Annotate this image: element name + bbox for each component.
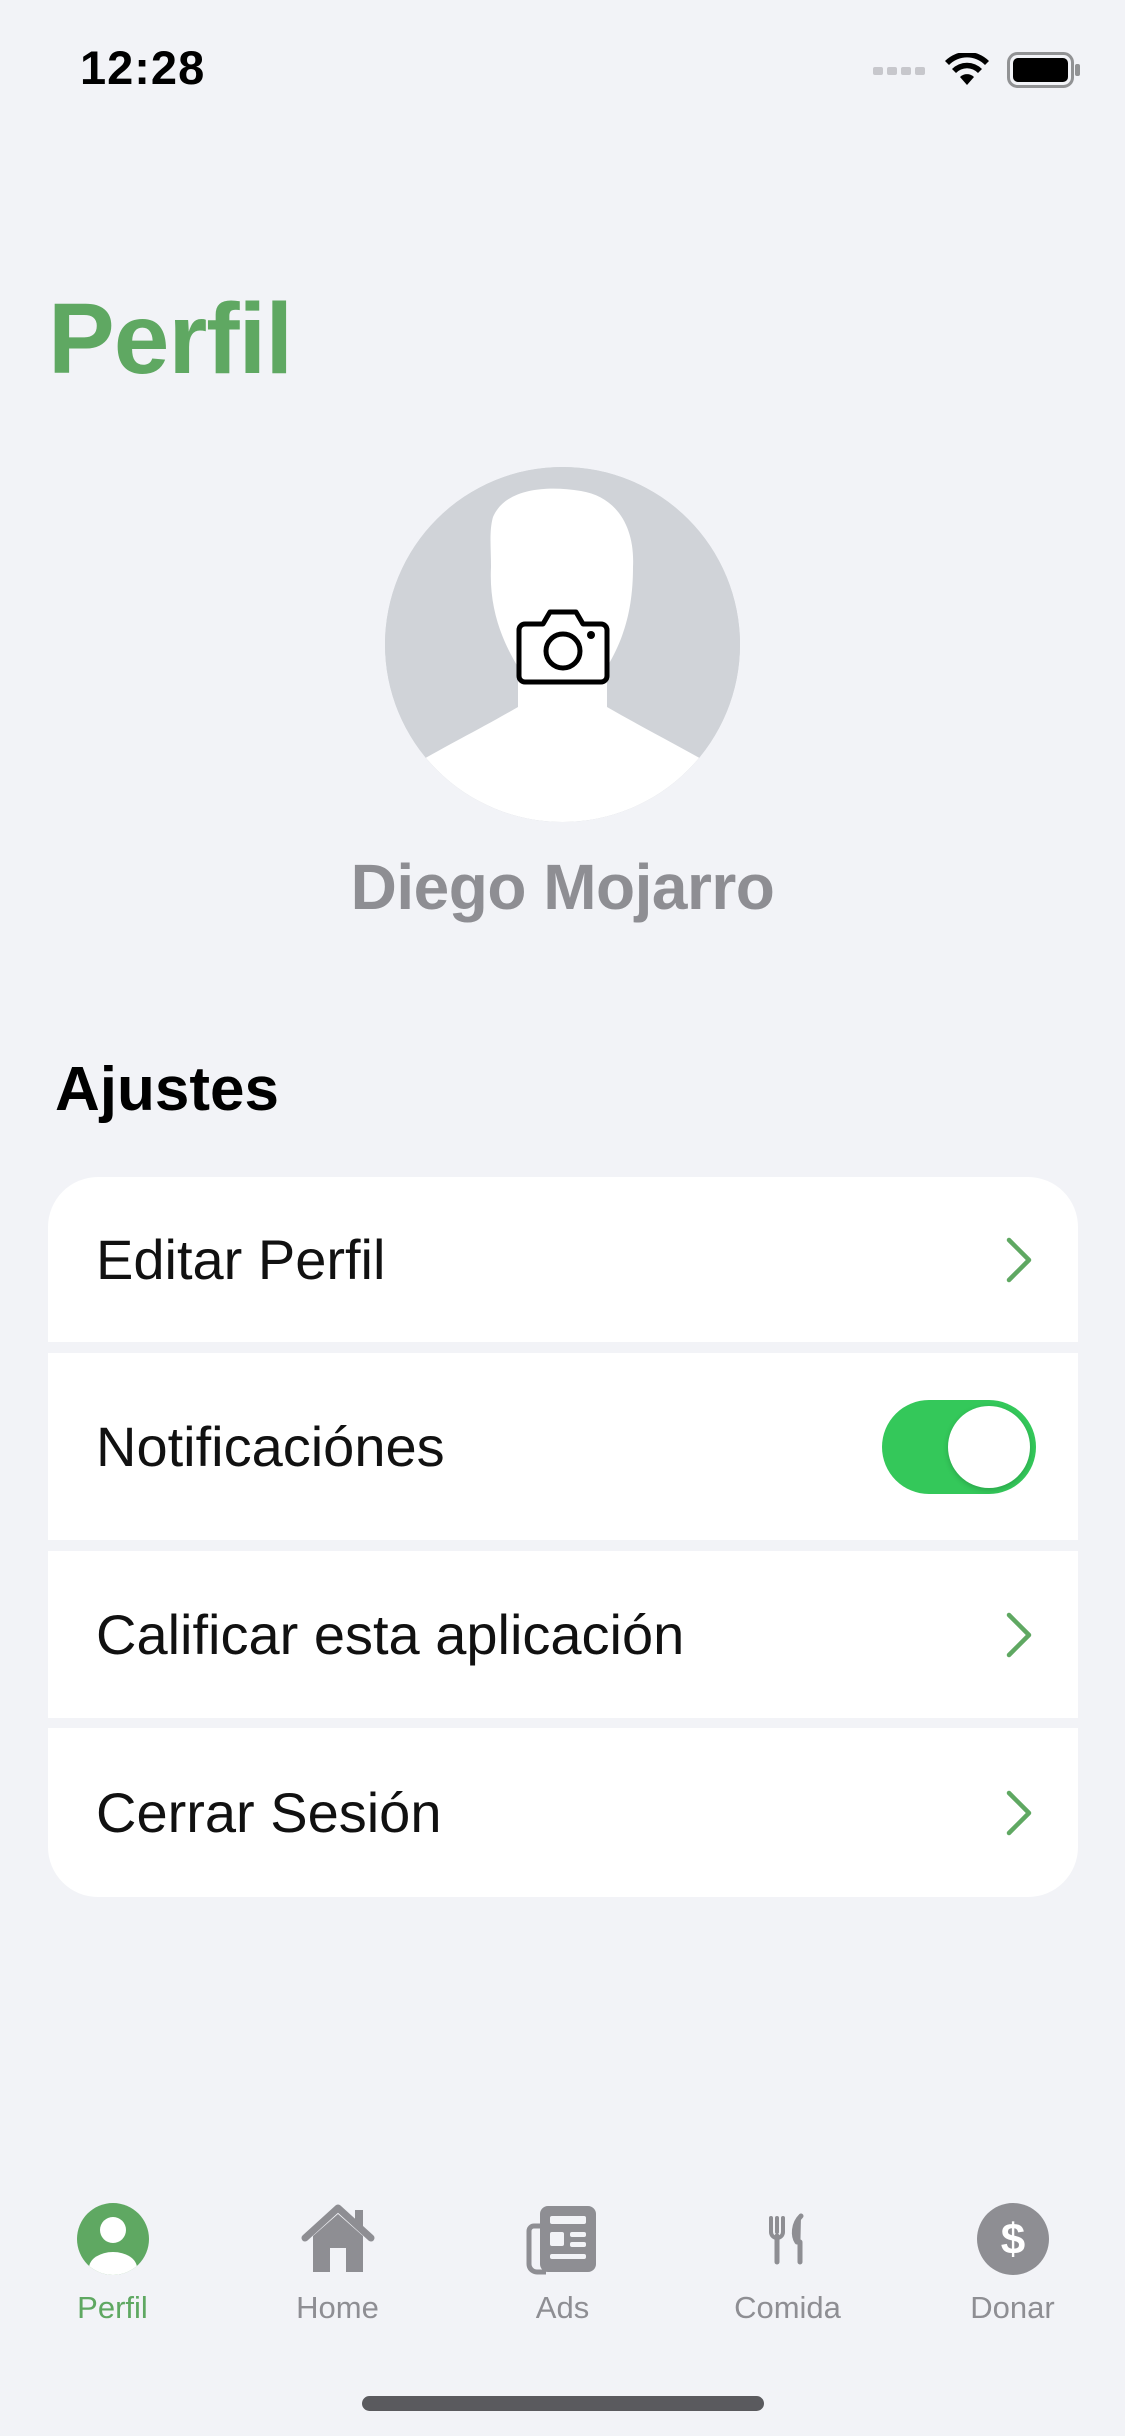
status-bar: 12:28: [0, 0, 1125, 140]
tab-label: Donar: [970, 2290, 1055, 2325]
battery-icon: [1007, 52, 1080, 88]
settings-row-edit-profile[interactable]: Editar Perfil: [48, 1177, 1078, 1342]
settings-section-title: Ajustes: [55, 1055, 279, 1124]
user-name: Diego Mojarro: [350, 851, 775, 923]
newspaper-icon: [526, 2206, 596, 2275]
tab-ads[interactable]: Ads: [450, 2180, 675, 2340]
status-icons: [873, 50, 1081, 90]
settings-row-rate-app[interactable]: Calificar esta aplicación: [48, 1551, 1078, 1718]
dollar-circle-icon: $: [977, 2203, 1049, 2275]
page-title: Perfil: [48, 283, 293, 395]
person-circle-icon: [77, 2203, 149, 2275]
tab-label: Ads: [535, 2290, 590, 2325]
tab-perfil[interactable]: Perfil: [0, 2180, 225, 2340]
settings-row-label: Notificaciónes: [96, 1415, 445, 1478]
settings-row-logout[interactable]: Cerrar Sesión: [48, 1728, 1078, 1897]
home-indicator[interactable]: [362, 2396, 764, 2411]
tab-label: Perfil: [77, 2290, 148, 2325]
settings-card: Editar Perfil Notificaciónes Calificar e…: [48, 1177, 1078, 1897]
tab-label: Comida: [734, 2290, 841, 2325]
notifications-toggle[interactable]: [882, 1399, 1036, 1494]
settings-row-notifications: Notificaciónes: [48, 1353, 1078, 1540]
camera-icon[interactable]: [515, 606, 611, 686]
settings-row-label: Calificar esta aplicación: [96, 1603, 685, 1666]
wifi-icon: [945, 53, 989, 85]
svg-text:$: $: [1001, 2215, 1025, 2264]
tab-label: Home: [296, 2290, 379, 2325]
chevron-right-icon: [1006, 1612, 1032, 1657]
cellular-signal-icon: [873, 67, 925, 75]
status-time: 12:28: [80, 41, 206, 94]
toggle-knob: [948, 1405, 1030, 1488]
tab-home[interactable]: Home: [225, 2180, 450, 2340]
tab-donar[interactable]: $ Donar: [900, 2180, 1125, 2340]
fork-knife-icon: [769, 2213, 804, 2265]
tab-comida[interactable]: Comida: [675, 2180, 900, 2340]
house-icon: [301, 2204, 375, 2272]
settings-row-label: Editar Perfil: [96, 1228, 386, 1291]
settings-row-label: Cerrar Sesión: [96, 1781, 442, 1844]
tab-bar: Perfil Home Ads Comida $ Donar: [0, 2180, 1125, 2340]
chevron-right-icon: [1006, 1237, 1032, 1282]
chevron-right-icon: [1006, 1790, 1032, 1835]
